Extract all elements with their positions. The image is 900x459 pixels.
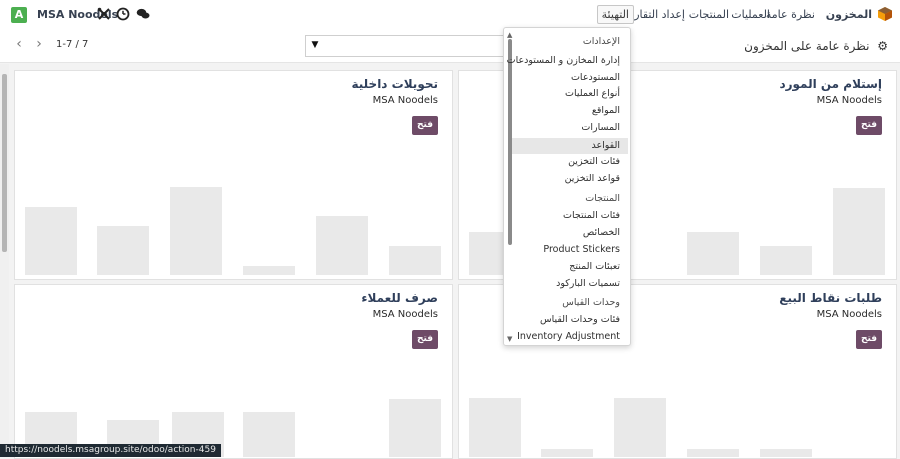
menu-item[interactable]: قواعد التخزين [565, 173, 620, 184]
graph-bar [541, 449, 593, 457]
graph-bar [760, 449, 812, 457]
menu-item[interactable]: المواقع [592, 105, 620, 116]
card-title[interactable]: إستلام من المورد [779, 77, 882, 91]
tools-icon[interactable] [97, 7, 111, 21]
card-title[interactable]: صرف للعملاء [361, 291, 438, 305]
nav-products[interactable]: المنتجات [689, 8, 729, 21]
inventory-app-icon[interactable] [878, 7, 892, 21]
menu-item[interactable]: القواعد [512, 138, 628, 154]
menu-item[interactable]: المستودعات [571, 72, 620, 83]
graph-bar [614, 398, 666, 457]
menu-item[interactable]: تعبئات المنتج [569, 261, 620, 272]
menu-item[interactable]: إدارة المخازن و المستودعات [507, 55, 620, 66]
open-button[interactable]: فتح [856, 330, 882, 349]
menu-item[interactable]: فئات التخزين [568, 156, 620, 167]
settings-gear-icon[interactable]: ⚙ [877, 39, 888, 53]
graph-bar [469, 398, 521, 457]
menu-item[interactable]: Inventory Adjustment [517, 331, 620, 342]
graph-bar [833, 188, 885, 275]
card-company: MSA Noodels [816, 95, 882, 106]
menu-scroll-up-icon[interactable]: ▲ [507, 31, 512, 39]
graph-bar [389, 246, 441, 275]
menu-section-header: الإعدادات [582, 36, 620, 47]
open-button[interactable]: فتح [412, 330, 438, 349]
menu-item[interactable]: الخصائص [583, 227, 620, 238]
nav-operations[interactable]: العمليات [731, 8, 770, 21]
open-button[interactable]: فتح [412, 116, 438, 135]
menu-item[interactable]: فئات وحدات القياس [540, 314, 620, 325]
graph-bar [25, 207, 77, 275]
graph-bar [316, 216, 368, 275]
pager-next-button[interactable]: › [30, 36, 48, 54]
graph-bar [687, 232, 739, 275]
card-title[interactable]: تحويلات داخلية [351, 77, 438, 91]
left-scrollbar[interactable] [0, 64, 9, 457]
card-title[interactable]: طلبات نقاط البيع [779, 291, 882, 305]
menu-section-header: المنتجات [585, 193, 620, 204]
menu-item[interactable]: فئات المنتجات [563, 210, 620, 221]
card-company: MSA Noodels [816, 309, 882, 320]
hover-status-url: https://noodels.msagroup.site/odoo/actio… [0, 444, 221, 457]
app-brand[interactable]: المخزون [826, 8, 872, 21]
menu-item[interactable]: المسارات [581, 122, 620, 133]
user-avatar[interactable]: A [11, 7, 27, 23]
graph-bar [760, 246, 812, 275]
open-button[interactable]: فتح [856, 116, 882, 135]
configuration-dropdown-menu: ▲ ▼ الإعدادات إدارة المخازن و المستودعات ا… [503, 27, 631, 346]
chat-icon[interactable] [136, 7, 150, 21]
nav-overview[interactable]: نظرة عامة [766, 8, 815, 21]
top-navbar: المخزون نظرة عامة العمليات المنتجات إعدا… [0, 0, 900, 31]
card-delivery-orders[interactable]: صرف للعملاء MSA Noodels فتح [14, 284, 453, 459]
search-dropdown-toggle-icon[interactable]: ▼ [306, 36, 324, 54]
control-panel: ‹ › 1-7 / 7 ▼ نظرة عامة على المخزون ⚙ [0, 30, 900, 63]
menu-item[interactable]: تسميات الباركود [556, 278, 620, 289]
search-input[interactable] [305, 35, 507, 57]
menu-section-header: وحدات القياس [562, 297, 620, 308]
nav-configuration[interactable]: التهيئة [596, 5, 634, 24]
card-internal-transfers[interactable]: تحويلات داخلية MSA Noodels فتح [14, 70, 453, 280]
graph-bar [243, 412, 295, 457]
page-title-label: نظرة عامة على المخزون [744, 39, 870, 53]
menu-item[interactable]: Product Stickers [543, 244, 620, 255]
menu-item[interactable]: أنواع العمليات [565, 88, 620, 99]
graph-bar [243, 266, 295, 275]
pager-value[interactable]: 1-7 / 7 [56, 39, 88, 50]
scroll-thumb[interactable] [2, 74, 7, 252]
nav-reporting[interactable]: إعداد التقارير [625, 8, 685, 21]
graph-bar [687, 449, 739, 457]
menu-scroll-down-icon[interactable]: ▼ [507, 335, 512, 343]
pager-prev-button[interactable]: ‹ [10, 36, 28, 54]
clock-icon[interactable] [116, 7, 130, 21]
card-company: MSA Noodels [372, 309, 438, 320]
graph-bar [97, 226, 149, 275]
graph-bar [389, 399, 441, 457]
page-title: نظرة عامة على المخزون ⚙ [744, 39, 888, 53]
graph-bar [170, 187, 222, 275]
card-company: MSA Noodels [372, 95, 438, 106]
